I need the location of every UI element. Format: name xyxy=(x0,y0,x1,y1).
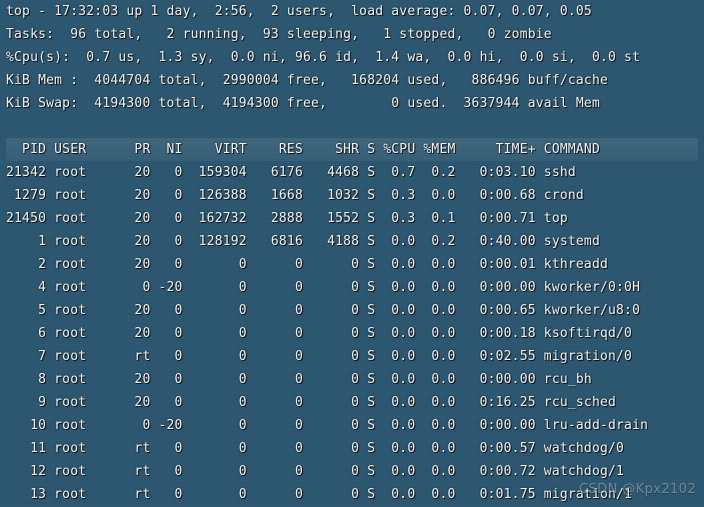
table-row[interactable]: 2 root 20 0 0 0 0 S 0.0 0.0 0:00.01 kthr… xyxy=(6,253,698,276)
table-row[interactable]: 11 root rt 0 0 0 0 S 0.0 0.0 0:00.57 wat… xyxy=(6,437,698,460)
table-row[interactable]: 9 root 20 0 0 0 0 S 0.0 0.0 0:16.25 rcu_… xyxy=(6,391,698,414)
top-mem-line: KiB Mem : 4044704 total, 2990004 free, 1… xyxy=(6,73,608,88)
table-row[interactable]: 5 root 20 0 0 0 0 S 0.0 0.0 0:00.65 kwor… xyxy=(6,299,698,322)
terminal-window[interactable]: top - 17:32:03 up 1 day, 2:56, 2 users, … xyxy=(0,0,704,507)
process-table-body[interactable]: 21342 root 20 0 159304 6176 4468 S 0.7 0… xyxy=(6,161,698,507)
table-row[interactable]: 1 root 20 0 128192 6816 4188 S 0.0 0.2 0… xyxy=(6,230,698,253)
top-cpu-line: %Cpu(s): 0.7 us, 1.3 sy, 0.0 ni, 96.6 id… xyxy=(6,50,641,65)
table-row[interactable]: 12 root rt 0 0 0 0 S 0.0 0.0 0:00.72 wat… xyxy=(6,460,698,483)
table-row[interactable]: 7 root rt 0 0 0 0 S 0.0 0.0 0:02.55 migr… xyxy=(6,345,698,368)
table-row[interactable]: 21342 root 20 0 159304 6176 4468 S 0.7 0… xyxy=(6,161,698,184)
table-row[interactable]: 10 root 0 -20 0 0 0 S 0.0 0.0 0:00.00 lr… xyxy=(6,414,698,437)
table-row[interactable]: 13 root rt 0 0 0 0 S 0.0 0.0 0:01.75 mig… xyxy=(6,483,698,506)
table-row[interactable]: 6 root 20 0 0 0 0 S 0.0 0.0 0:00.18 ksof… xyxy=(6,322,698,345)
table-row[interactable]: 1279 root 20 0 126388 1668 1032 S 0.3 0.… xyxy=(6,184,698,207)
terminal-screen[interactable]: top - 17:32:03 up 1 day, 2:56, 2 users, … xyxy=(0,0,704,507)
top-swap-line: KiB Swap: 4194300 total, 4194300 free, 0… xyxy=(6,96,600,111)
top-uptime-line: top - 17:32:03 up 1 day, 2:56, 2 users, … xyxy=(6,4,592,19)
top-tasks-line: Tasks: 96 total, 2 running, 93 sleeping,… xyxy=(6,27,552,42)
table-row[interactable]: 21450 root 20 0 162732 2888 1552 S 0.3 0… xyxy=(6,207,698,230)
table-row[interactable]: 4 root 0 -20 0 0 0 S 0.0 0.0 0:00.00 kwo… xyxy=(6,276,698,299)
process-table-header[interactable]: PID USER PR NI VIRT RES SHR S %CPU %MEM … xyxy=(6,138,698,161)
table-row[interactable]: 8 root 20 0 0 0 0 S 0.0 0.0 0:00.00 rcu_… xyxy=(6,368,698,391)
